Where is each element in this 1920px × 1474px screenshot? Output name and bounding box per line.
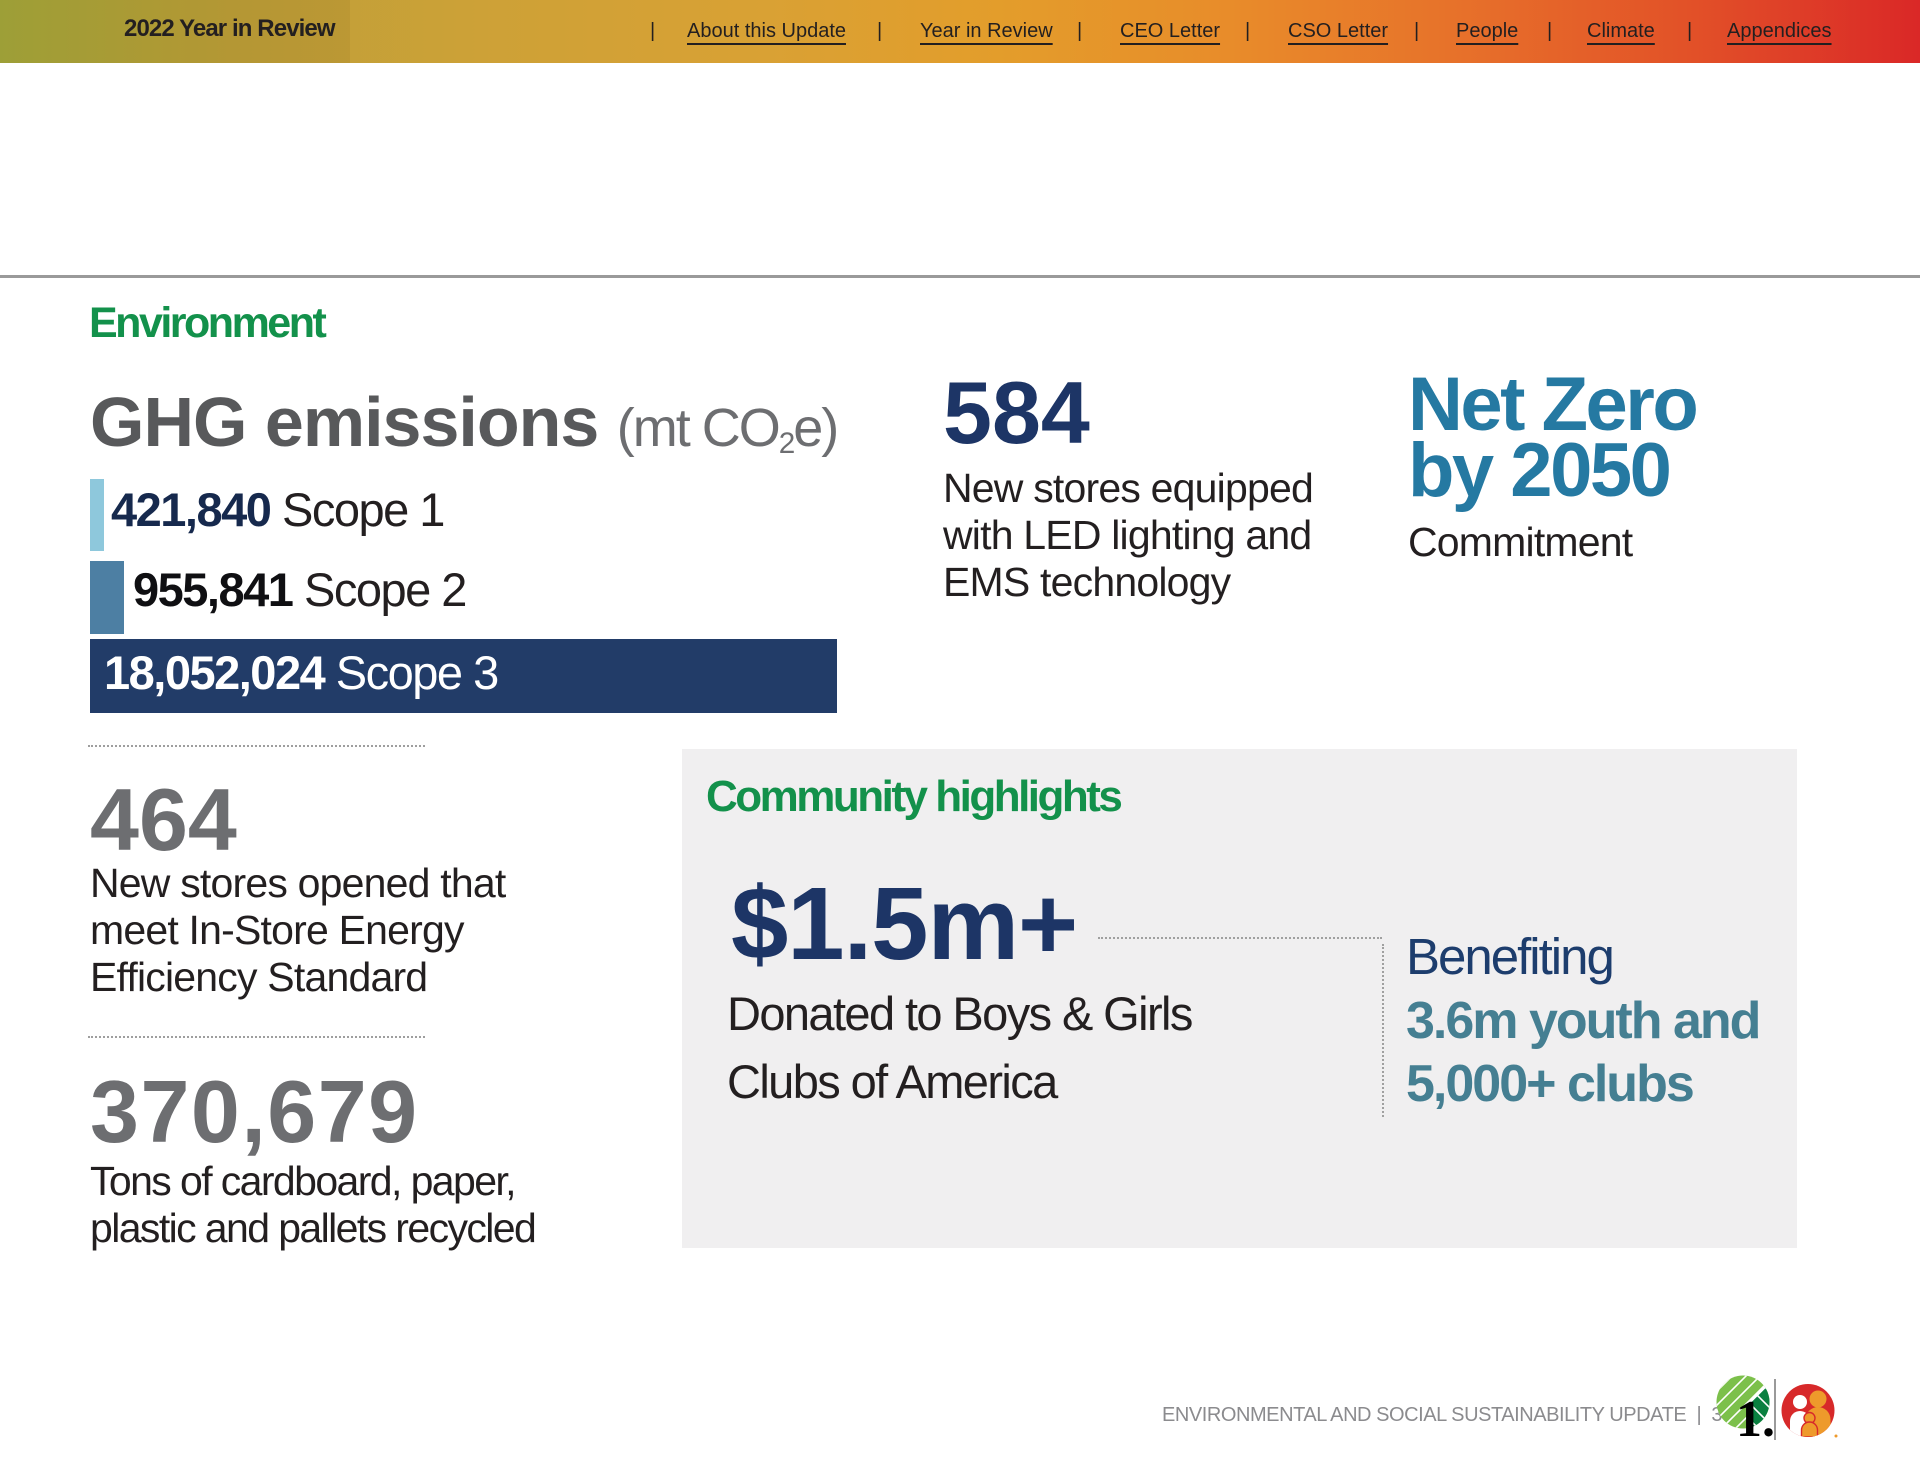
svg-text:1.: 1. bbox=[1736, 1391, 1775, 1445]
